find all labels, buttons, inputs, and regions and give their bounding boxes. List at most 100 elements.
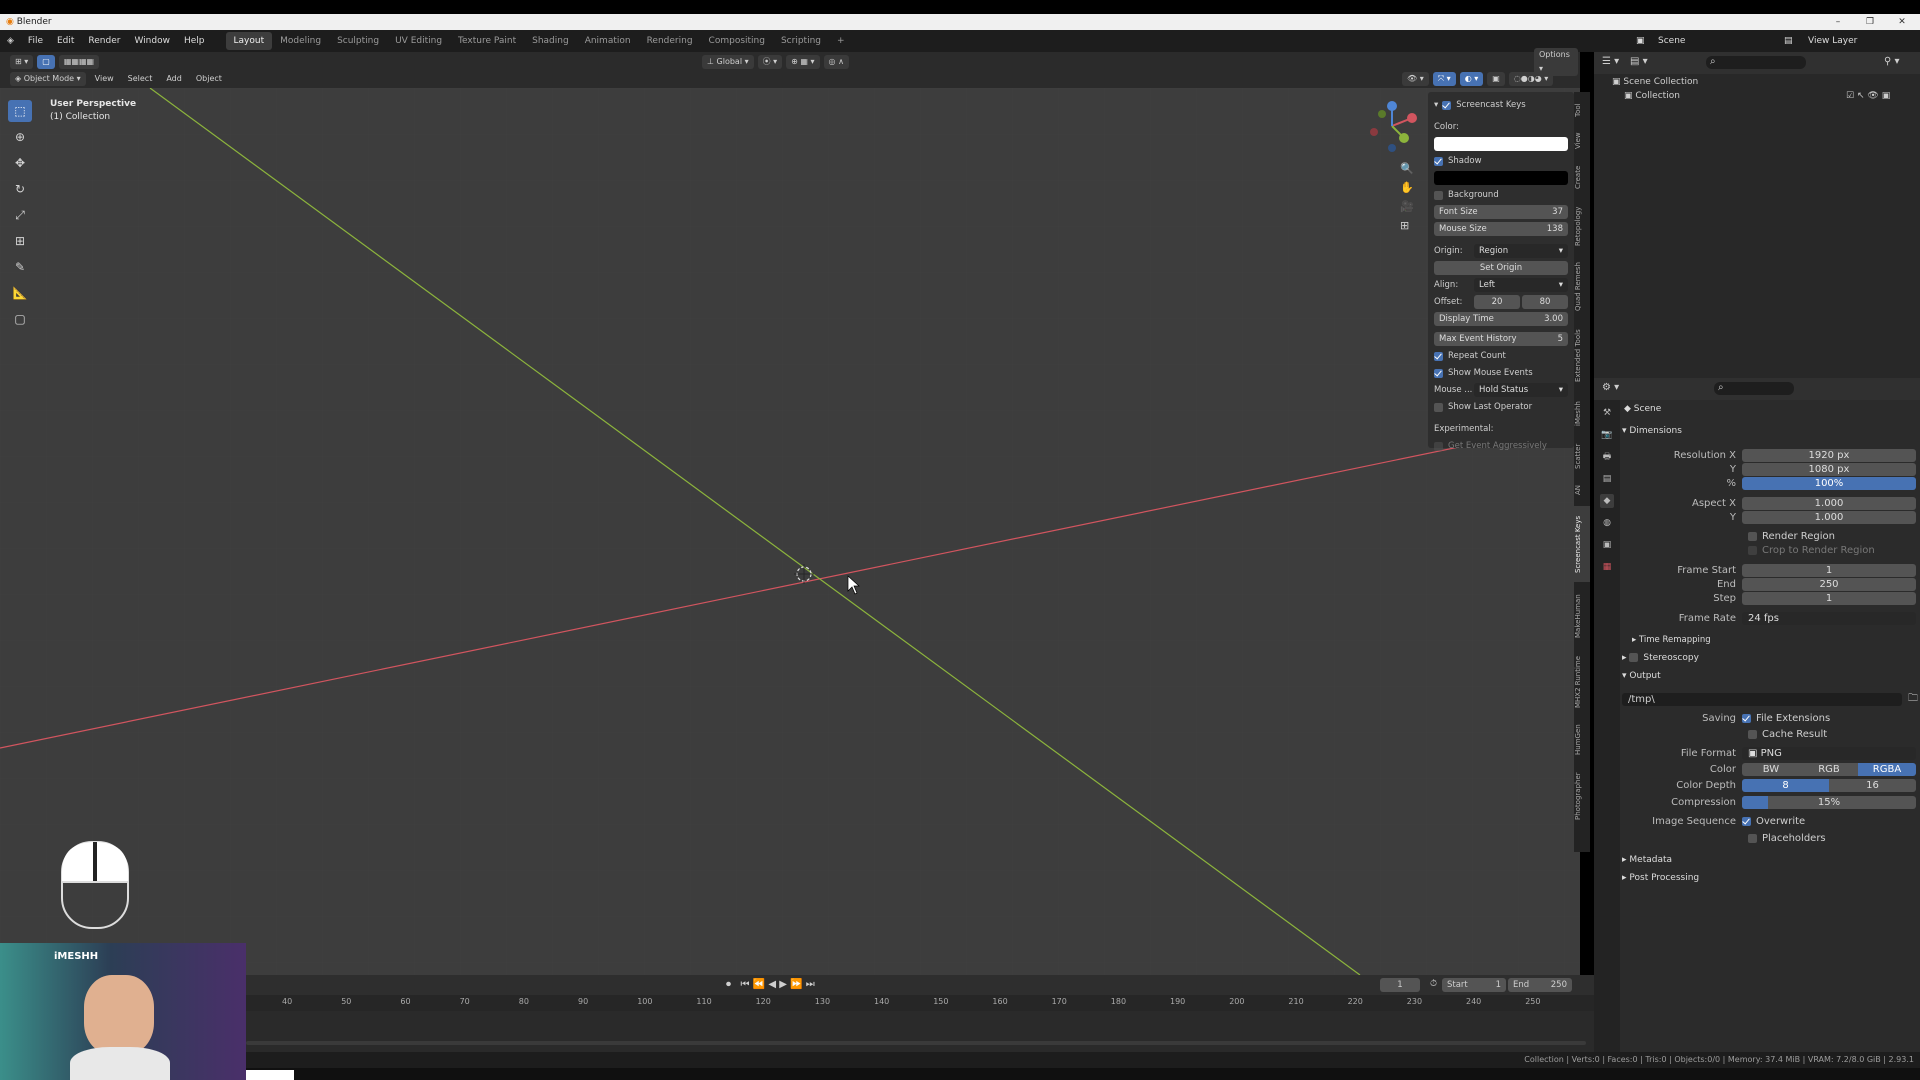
select-box-icon[interactable]: ⬚ [8,100,32,122]
transform-tool-icon[interactable]: ⊞ [8,230,32,252]
overlay-icon[interactable]: ◐ ▾ [1459,72,1484,86]
select-arrow-icon[interactable]: ↖ [1857,91,1865,101]
post-processing-header[interactable]: ▸ Post Processing [1622,873,1699,883]
outliner-row-scene-collection[interactable]: ▣ Scene Collection [1612,77,1698,87]
shadow-color-swatch[interactable] [1434,171,1568,185]
resolution-x-field[interactable]: 1920 px [1742,448,1916,462]
align-dropdown[interactable]: Left ▾ [1474,278,1568,292]
menu-render[interactable]: Render [81,30,127,52]
editor-type-icon[interactable]: ⊞ ▾ [10,55,34,69]
close-icon[interactable]: ✕ [1890,14,1914,30]
view-layer-selector[interactable]: View Layer [1808,36,1857,46]
timeline-ruler[interactable]: 40 50 60 70 80 90 100 110 120 130 140 150 160 170 180 1… [246,995,1594,1011]
jump-start-icon[interactable]: ⏮ [741,979,750,990]
snap-icon[interactable]: ⊕ ▦ ▾ [786,55,820,69]
selection-modes-icon[interactable]: ▦▦▦▦ [58,55,100,69]
minimize-icon[interactable]: – [1826,14,1850,30]
end-frame-field[interactable]: End 250 [1508,978,1572,992]
sidebar-tab-makehuman[interactable]: MakeHuman [1574,588,1590,644]
transform-orientation-dropdown[interactable]: ⊥ Global ▾ [702,55,754,69]
view-layer-tab-icon[interactable]: ▤ [1600,472,1614,486]
exclude-checkbox-icon[interactable]: ☑ [1846,91,1854,101]
offset-x-field[interactable]: 20 [1474,295,1520,309]
blender-menu-icon[interactable]: ◈ [0,30,21,52]
tab-layout[interactable]: Layout [225,32,273,50]
prev-keyframe-icon[interactable]: ⏪ [753,979,765,990]
sidebar-tab-tool[interactable]: Tool [1574,98,1590,122]
set-origin-button[interactable]: Set Origin [1434,261,1568,275]
properties-editor-icon[interactable]: ⚙ ▾ [1602,382,1619,393]
outliner-row-collection[interactable]: ▣ Collection [1624,91,1680,101]
resolution-percent-field[interactable]: 100% [1742,476,1916,490]
viewport-menu-add[interactable]: Add [161,72,187,86]
tab-modeling[interactable]: Modeling [272,32,329,50]
sidebar-tab-screencast-keys[interactable]: Screencast Keys [1574,506,1590,582]
screencast-enable-checkbox[interactable] [1442,100,1452,110]
record-icon[interactable]: ⏺ [726,979,731,990]
tab-shading[interactable]: Shading [524,32,577,50]
color-bw-button[interactable]: BW [1742,762,1800,776]
camera-icon[interactable]: ▣ [1882,91,1891,101]
file-format-dropdown[interactable]: ▣ PNG [1742,746,1916,760]
measure-tool-icon[interactable]: 📐 [8,282,32,304]
scale-tool-icon[interactable]: ⤢ [8,204,32,226]
color-rgb-button[interactable]: RGB [1800,762,1858,776]
cache-result-checkbox[interactable] [1748,729,1757,739]
shading-modes-icon[interactable]: ◌●◑◕ ▾ [1508,72,1554,86]
frame-end-field[interactable]: 250 [1742,577,1916,591]
output-tab-icon[interactable]: 🖶 [1600,450,1614,464]
jump-end-icon[interactable]: ⏭ [806,979,815,990]
start-frame-field[interactable]: Start 1 [1442,978,1506,992]
timeline-scrollbar[interactable] [246,1041,1586,1045]
pan-hand-icon[interactable]: ✋ [1400,181,1414,194]
sidebar-tab-photographer[interactable]: Photographer [1574,766,1590,826]
tab-texture-paint[interactable]: Texture Paint [450,32,524,50]
outliner-editor-icon[interactable]: ☰ ▾ [1602,56,1619,67]
zoom-icon[interactable]: 🔍 [1400,162,1414,175]
aspect-y-field[interactable]: 1.000 [1742,510,1916,524]
background-checkbox[interactable] [1434,190,1443,200]
annotate-tool-icon[interactable]: ✎ [8,256,32,278]
sidebar-tab-view[interactable]: View [1574,128,1590,154]
sidebar-tab-extended-tools[interactable]: Extended Tools [1574,322,1590,390]
mouse-size-field[interactable]: Mouse Size 138 [1434,222,1568,236]
sidebar-tab-retopology[interactable]: Retopology [1574,200,1590,252]
display-mode-icon[interactable]: ▤ ▾ [1630,56,1648,67]
visibility-icon[interactable]: 👁 ▾ [1402,72,1429,86]
filter-icon[interactable]: ⚲ ▾ [1884,56,1900,67]
collection-tab-icon[interactable]: ▣ [1600,538,1614,552]
menu-window[interactable]: Window [127,30,177,52]
tab-scripting[interactable]: Scripting [773,32,829,50]
scene-tab-icon[interactable]: ◆ [1600,494,1614,508]
eye-icon[interactable]: 👁 [1867,91,1878,101]
menu-help[interactable]: Help [177,30,212,52]
folder-icon[interactable]: 🗀 [1908,691,1918,708]
cursor-tool-icon[interactable]: ⊕ [8,126,32,148]
get-event-checkbox[interactable] [1434,441,1443,451]
repeat-count-checkbox[interactable] [1434,351,1443,361]
resolution-y-field[interactable]: 1080 px [1742,462,1916,476]
add-cube-icon[interactable]: ▢ [8,308,32,330]
sidebar-tab-imeshh[interactable]: iMeshh [1574,396,1590,432]
sidebar-tab-an[interactable]: AN [1574,480,1590,500]
tab-rendering[interactable]: Rendering [639,32,701,50]
mode-dropdown[interactable]: ◈ Object Mode ▾ [10,72,86,86]
gizmo-icon[interactable]: ⤧ ▾ [1432,72,1456,86]
frame-start-field[interactable]: 1 [1742,563,1916,577]
aspect-x-field[interactable]: 1.000 [1742,496,1916,510]
color-depth-8-button[interactable]: 8 [1742,778,1829,792]
sidebar-tab-scatter[interactable]: Scatter [1574,438,1590,474]
crop-checkbox[interactable] [1748,545,1757,555]
render-region-checkbox[interactable] [1748,531,1757,541]
offset-y-field[interactable]: 80 [1522,295,1568,309]
properties-search-input[interactable]: ⌕ [1714,382,1794,395]
move-tool-icon[interactable]: ✥ [8,152,32,174]
show-last-operator-checkbox[interactable] [1434,402,1443,412]
ortho-grid-icon[interactable]: ⊞ [1400,219,1414,232]
tool-tab-icon[interactable]: ⚒ [1600,406,1614,420]
tab-uv-editing[interactable]: UV Editing [387,32,450,50]
viewport-menu-object[interactable]: Object [191,72,227,86]
taskbar-search-box[interactable] [246,1070,294,1080]
stereoscopy-header[interactable]: ▸ Stereoscopy [1622,653,1699,663]
world-tab-icon[interactable]: ◍ [1600,516,1614,530]
